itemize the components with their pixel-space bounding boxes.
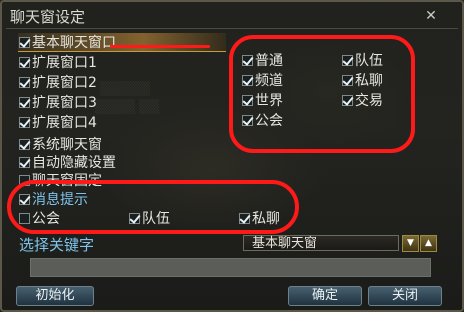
checkbox[interactable]	[19, 156, 30, 168]
dropdown-up-icon[interactable]: ▲	[420, 235, 437, 252]
notify-option-label: 公会	[32, 211, 60, 227]
checkbox[interactable]	[19, 116, 30, 128]
game-scene-background: ▒▒▒▒▒ ▒▒▒▒ ▒▒ 聊天窗设定 ✕ 基本聊天窗口 扩展窗口1 扩展窗口2…	[0, 0, 464, 312]
option-extension-window-1[interactable]: 扩展窗口1	[19, 53, 97, 71]
checkbox[interactable]	[19, 36, 30, 48]
channel-label: 频道	[255, 73, 283, 89]
option-label: 扩展窗口4	[32, 115, 97, 131]
option-label: 扩展窗口3	[32, 95, 97, 111]
channel-trade[interactable]: 交易	[342, 91, 383, 109]
keyword-input[interactable]	[30, 258, 431, 277]
checkbox[interactable]	[19, 193, 30, 205]
checkbox[interactable]	[242, 74, 253, 86]
channel-normal[interactable]: 普通	[242, 51, 283, 69]
channel-label: 普通	[255, 53, 283, 69]
checkbox[interactable]	[19, 174, 30, 186]
channel-world[interactable]: 世界	[242, 91, 283, 109]
checkbox[interactable]	[242, 54, 253, 66]
notify-option-label: 队伍	[142, 211, 170, 227]
checkbox[interactable]	[342, 54, 353, 66]
checkbox[interactable]	[342, 74, 353, 86]
notify-label: 消息提示	[32, 192, 88, 208]
option-basic-chat-window[interactable]: 基本聊天窗口	[19, 33, 116, 51]
checkbox[interactable]	[129, 212, 140, 224]
option-label: 扩展窗口1	[32, 55, 97, 71]
close-icon[interactable]: ✕	[424, 9, 438, 23]
option-label: 系统聊天窗	[32, 137, 102, 153]
checkbox[interactable]	[19, 138, 30, 150]
keyword-window-dropdown[interactable]: 基本聊天窗	[243, 235, 399, 251]
checkbox[interactable]	[342, 94, 353, 106]
notify-private[interactable]: 私聊	[239, 209, 280, 227]
option-extension-window-2[interactable]: 扩展窗口2	[19, 73, 97, 91]
checkbox[interactable]	[239, 212, 250, 224]
channel-team[interactable]: 队伍	[342, 51, 383, 69]
checkbox[interactable]	[19, 56, 30, 68]
checkbox[interactable]	[19, 76, 30, 88]
checkbox[interactable]	[19, 212, 30, 224]
checkbox[interactable]	[242, 114, 253, 126]
channel-private[interactable]: 私聊	[342, 71, 383, 89]
option-extension-window-3[interactable]: 扩展窗口3	[19, 93, 97, 111]
channel-label: 队伍	[355, 53, 383, 69]
option-label: 基本聊天窗口	[32, 35, 116, 51]
dropdown-down-icon[interactable]: ▼	[402, 235, 419, 252]
notify-team[interactable]: 队伍	[129, 209, 170, 227]
notify-guild[interactable]: 公会	[19, 209, 60, 227]
option-label: 扩展窗口2	[32, 75, 97, 91]
option-extension-window-4[interactable]: 扩展窗口4	[19, 113, 97, 131]
option-fix-chat-window[interactable]: 聊天窗固定	[19, 171, 102, 189]
title-divider	[6, 28, 458, 29]
channel-label: 私聊	[355, 73, 383, 89]
option-label: 自动隐藏设置	[32, 155, 116, 171]
option-system-chat-window[interactable]: 系统聊天窗	[19, 135, 102, 153]
option-label: 聊天窗固定	[32, 173, 102, 189]
chat-settings-dialog: 聊天窗设定 ✕ 基本聊天窗口 扩展窗口1 扩展窗口2 扩展窗口3 扩展窗口4 普	[0, 0, 464, 312]
channel-channel[interactable]: 频道	[242, 71, 283, 89]
channel-guild[interactable]: 公会	[242, 111, 283, 129]
checkbox[interactable]	[242, 94, 253, 106]
channel-label: 世界	[255, 93, 283, 109]
ok-button[interactable]: 确定	[288, 286, 362, 306]
channel-label: 交易	[355, 93, 383, 109]
close-button[interactable]: 关闭	[368, 286, 442, 306]
reset-button[interactable]: 初始化	[16, 286, 94, 306]
notify-section-header[interactable]: 消息提示	[19, 190, 88, 208]
keyword-label: 选择关键字	[19, 236, 95, 254]
channel-label: 公会	[255, 113, 283, 129]
checkbox[interactable]	[19, 96, 30, 108]
dialog-title: 聊天窗设定	[10, 8, 86, 26]
annotation-underline	[110, 45, 210, 48]
option-auto-hide[interactable]: 自动隐藏设置	[19, 153, 116, 171]
notify-option-label: 私聊	[252, 211, 280, 227]
